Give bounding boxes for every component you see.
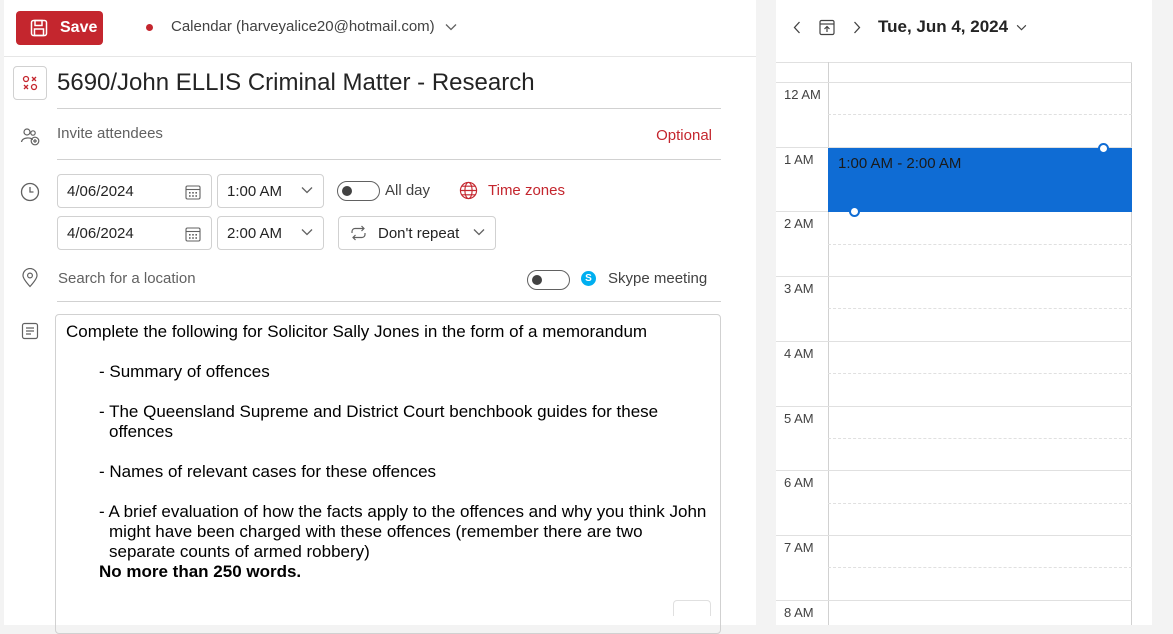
hour-gridline bbox=[776, 82, 1132, 83]
skype-meeting-label: Skype meeting bbox=[608, 270, 708, 287]
calendar-selector[interactable]: Calendar (harveyalice20@hotmail.com) bbox=[171, 18, 457, 35]
list-item: - A brief evaluation of how the facts ap… bbox=[99, 502, 707, 561]
day-view-pane: Tue, Jun 4, 2024 12 AM 1 AM 2 AM 3 AM 4 AM 5 … bbox=[776, 0, 1152, 625]
hour-label: 5 AM bbox=[784, 410, 814, 426]
hour-label: 2 AM bbox=[784, 216, 814, 232]
hour-label: 1 AM bbox=[784, 151, 814, 167]
hour-gridline bbox=[776, 534, 1132, 536]
clock-icon bbox=[20, 182, 40, 202]
toolbar-divider bbox=[4, 56, 756, 57]
skype-meeting-toggle[interactable] bbox=[527, 270, 570, 290]
half-hour-gridline bbox=[828, 114, 1132, 116]
event-title-input[interactable]: 5690/John ELLIS Criminal Matter - Resear… bbox=[57, 69, 535, 97]
chevron-right-icon bbox=[854, 21, 861, 33]
time-zones-button[interactable]: Time zones bbox=[459, 181, 565, 200]
half-hour-gridline bbox=[828, 243, 1132, 245]
editor-options-button[interactable] bbox=[673, 600, 711, 616]
chevron-down-icon bbox=[1016, 24, 1027, 30]
location-pin-icon bbox=[20, 268, 40, 288]
time-zones-label: Time zones bbox=[488, 182, 565, 199]
hour-label: 8 AM bbox=[784, 604, 814, 620]
end-date-picker[interactable]: 4/06/2024 bbox=[57, 216, 212, 250]
repeat-icon bbox=[351, 225, 366, 241]
category-icon[interactable] bbox=[13, 66, 47, 100]
hour-gridline bbox=[776, 470, 1132, 472]
end-time-select[interactable]: 2:00 AM bbox=[217, 216, 324, 250]
calendar-label: Calendar (harveyalice20@hotmail.com) bbox=[171, 18, 435, 35]
body-list: - Summary of offences - The Queensland S… bbox=[66, 362, 710, 582]
calendar-icon bbox=[185, 185, 201, 200]
calendar-icon bbox=[185, 227, 201, 242]
event-block[interactable]: 1:00 AM - 2:00 AM bbox=[828, 148, 1132, 212]
chevron-down-icon bbox=[445, 23, 457, 30]
repeat-select[interactable]: Don't repeat bbox=[338, 216, 496, 250]
skype-meeting-label-group: S Skype meeting bbox=[581, 270, 707, 287]
chevron-down-icon bbox=[473, 229, 485, 236]
save-label: Save bbox=[60, 19, 98, 36]
invite-attendees-input[interactable]: Invite attendees bbox=[57, 125, 163, 142]
chevron-down-icon bbox=[301, 187, 313, 194]
globe-icon bbox=[459, 181, 478, 200]
location-underline bbox=[57, 301, 721, 302]
current-date-selector[interactable]: Tue, Jun 4, 2024 bbox=[878, 17, 1027, 37]
event-resize-handle-top[interactable] bbox=[1098, 143, 1109, 154]
list-item: - The Queensland Supreme and District Co… bbox=[99, 402, 659, 441]
hour-gridline bbox=[776, 340, 1132, 342]
hour-label: 7 AM bbox=[784, 539, 814, 555]
hour-gridline bbox=[776, 599, 1132, 601]
day-grid[interactable]: 12 AM 1 AM 2 AM 3 AM 4 AM 5 AM 6 AM 7 AM 8 AM bbox=[776, 62, 1132, 625]
repeat-label: Don't repeat bbox=[378, 224, 460, 242]
hour-label: 3 AM bbox=[784, 281, 814, 297]
optional-attendees-link[interactable]: Optional bbox=[656, 127, 712, 144]
all-day-label: All day bbox=[385, 182, 431, 199]
hour-gridline bbox=[776, 276, 1132, 278]
hour-label: 4 AM bbox=[784, 345, 814, 361]
hour-gridline bbox=[776, 405, 1132, 407]
save-button[interactable]: Save bbox=[16, 11, 103, 45]
chevron-down-icon bbox=[301, 229, 313, 236]
half-hour-gridline bbox=[828, 308, 1132, 310]
location-search-input[interactable]: Search for a location bbox=[58, 270, 196, 287]
half-hour-gridline bbox=[828, 567, 1132, 569]
calendar-color-dot bbox=[146, 24, 153, 31]
chevron-left-icon bbox=[793, 21, 800, 33]
notes-icon bbox=[20, 321, 40, 341]
invite-underline bbox=[57, 159, 721, 160]
event-block-label: 1:00 AM - 2:00 AM bbox=[838, 155, 962, 172]
grid-top-border bbox=[776, 62, 1132, 63]
go-to-today-button[interactable] bbox=[816, 16, 838, 38]
half-hour-gridline bbox=[828, 502, 1132, 504]
half-hour-gridline bbox=[828, 373, 1132, 375]
start-time-value: 1:00 AM bbox=[227, 182, 283, 200]
hour-label: 12 AM bbox=[784, 87, 821, 102]
title-underline bbox=[57, 108, 721, 109]
event-body-editor[interactable]: Complete the following for Solicitor Sal… bbox=[55, 314, 721, 634]
next-day-button[interactable] bbox=[846, 16, 868, 38]
calendar-today-icon bbox=[819, 19, 835, 35]
list-item: - Names of relevant cases for these offe… bbox=[99, 462, 437, 481]
event-resize-handle-bottom[interactable] bbox=[849, 206, 860, 217]
word-limit-note: No more than 250 words. bbox=[99, 562, 302, 581]
date-navigation: Tue, Jun 4, 2024 bbox=[786, 16, 1027, 38]
save-icon bbox=[30, 19, 48, 37]
half-hour-gridline bbox=[828, 437, 1132, 439]
end-time-value: 2:00 AM bbox=[227, 224, 283, 242]
skype-icon: S bbox=[581, 271, 596, 286]
body-intro: Complete the following for Solicitor Sal… bbox=[66, 322, 648, 341]
hour-label: 6 AM bbox=[784, 475, 814, 491]
start-time-select[interactable]: 1:00 AM bbox=[217, 174, 324, 208]
previous-day-button[interactable] bbox=[786, 16, 808, 38]
all-day-toggle[interactable] bbox=[337, 181, 380, 201]
event-editor-pane: Save Calendar (harveyalice20@hotmail.com… bbox=[4, 0, 756, 634]
add-people-icon bbox=[20, 126, 40, 146]
list-item: - Summary of offences bbox=[99, 362, 270, 381]
current-date-label: Tue, Jun 4, 2024 bbox=[878, 17, 1009, 36]
end-date-value: 4/06/2024 bbox=[67, 224, 134, 242]
start-date-picker[interactable]: 4/06/2024 bbox=[57, 174, 212, 208]
start-date-value: 4/06/2024 bbox=[67, 182, 134, 200]
